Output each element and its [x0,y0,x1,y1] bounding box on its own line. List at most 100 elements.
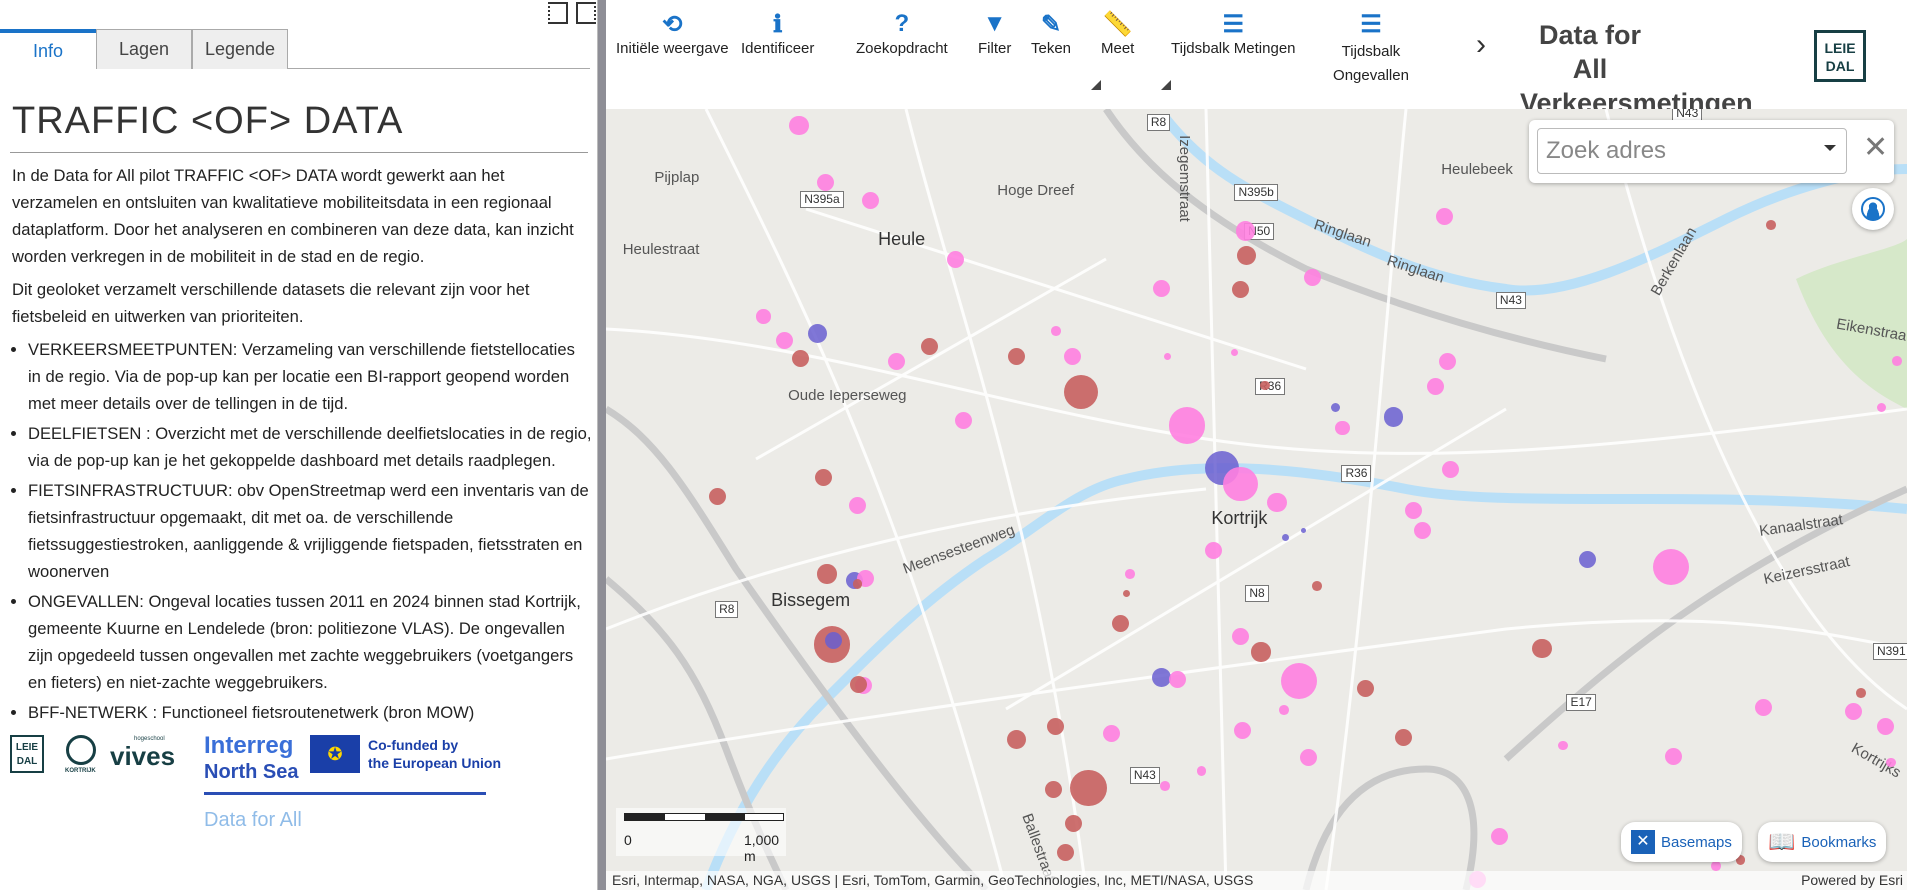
panel-splitter[interactable] [598,0,606,890]
close-icon[interactable]: ✕ [1863,130,1888,165]
powered-by-esri[interactable]: Powered by Esri [1801,871,1903,890]
accident-soft-user-point[interactable] [887,352,905,370]
accident-soft-user-point[interactable] [1168,407,1206,444]
scale-bar: 0 1,000 m [616,808,786,864]
divider [204,792,486,795]
accident-point[interactable] [709,487,727,505]
count-location-point[interactable] [807,323,827,343]
place-label: Pijplap [654,169,700,187]
collapse-panel-button[interactable] [548,2,568,24]
tool-label: Filter [978,40,1012,57]
map-view[interactable]: Heule Heulestraat Pijplap Hoge Dreef Heulebe… [606,109,1907,890]
accident-soft-user-point[interactable] [1303,268,1321,286]
accident-soft-user-point[interactable] [1844,702,1862,720]
accident-soft-user-point[interactable] [1160,780,1170,791]
accident-soft-user-point[interactable] [1404,502,1422,520]
accident-soft-user-point[interactable] [1050,325,1061,336]
accident-point[interactable] [1394,728,1412,746]
pencil-icon: ✎ [1040,11,1062,38]
accident-point[interactable] [1532,638,1552,658]
tool-label: Tijdsbalk Metingen [1171,40,1296,57]
accident-point[interactable] [1232,280,1250,298]
accident-soft-user-point[interactable] [1064,347,1082,365]
accident-point[interactable] [1047,717,1065,735]
accident-soft-user-point[interactable] [1267,492,1287,512]
divider [10,152,588,153]
accident-point[interactable] [852,578,863,589]
count-location-point[interactable] [824,632,842,650]
vives-logo: vives [110,741,176,771]
accident-soft-user-point[interactable] [756,308,772,324]
partner-logos: LEIE DAL KORTRIJK vives hogeschool Inter… [10,733,590,833]
tool-filter[interactable]: ▼ Filter [978,10,1011,57]
accident-point[interactable] [1312,581,1322,592]
count-location-point[interactable] [1301,527,1307,533]
tab-legende[interactable]: Legende [192,29,288,69]
accident-point[interactable] [1064,374,1099,409]
accident-point[interactable] [1044,780,1062,798]
accident-soft-user-point[interactable] [775,332,793,350]
accident-soft-user-point[interactable] [1235,221,1256,241]
accident-soft-user-point[interactable] [1652,548,1690,585]
accident-point[interactable] [1111,615,1129,633]
accident-soft-user-point[interactable] [1557,740,1568,751]
accident-soft-user-point[interactable] [1152,279,1170,297]
meet-options-arrow[interactable] [1161,80,1171,90]
attribution: Esri, Intermap, NASA, NGA, USGS | Esri, … [606,871,1907,890]
accident-point[interactable] [1251,642,1271,662]
tool-identificeer[interactable]: ℹ Identificeer [741,10,814,57]
tool-initi-le-weergave[interactable]: ⟲ Initiële weergave [616,10,729,57]
accident-soft-user-point[interactable] [1664,747,1682,765]
more-tools-button[interactable]: › [1476,28,1486,62]
accident-soft-user-point[interactable] [1124,569,1135,579]
accident-soft-user-point[interactable] [1438,352,1456,370]
accident-soft-user-point[interactable] [1103,724,1121,742]
accident-soft-user-point[interactable] [1711,861,1721,871]
tool-zoekopdracht[interactable]: ? Zoekopdracht [856,10,948,57]
list-item: BFF-NETWERK : Functioneel fietsroutenetw… [28,699,592,726]
accident-point[interactable] [791,350,809,368]
accident-soft-user-point[interactable] [1223,467,1258,502]
tab-info[interactable]: Info [0,29,96,69]
road-shield: N43 [1129,767,1160,785]
leiedal-logo: LEIE DAL [1814,30,1866,82]
tool-meet[interactable]: 📏 Meet [1101,10,1134,57]
tool-tijdsbalk-metingen[interactable]: ☰ Tijdsbalk Metingen [1171,10,1296,57]
place-label: Kortrijk [1211,508,1268,529]
accident-soft-user-point[interactable] [954,412,972,430]
accident-point[interactable] [1056,844,1074,862]
accident-soft-user-point[interactable] [1232,627,1250,645]
accident-soft-user-point[interactable] [1876,717,1894,735]
accident-soft-user-point[interactable] [1426,378,1444,396]
locate-button[interactable] [1852,188,1894,230]
basemaps-button[interactable]: ✕ Basemaps [1621,822,1742,862]
accident-point[interactable] [817,564,837,584]
tool-tijdsbalk-ongevallen[interactable]: ☰ Tijdsbalk Ongevallen [1326,10,1416,88]
timeslider-icon: ☰ [1222,11,1245,38]
accident-point[interactable] [1855,688,1866,699]
chevron-down-icon[interactable] [1824,145,1836,151]
bookmarks-label: Bookmarks [1801,833,1877,851]
basemap-icon: ✕ [1631,830,1655,854]
search-input[interactable] [1537,128,1847,174]
expand-panel-button[interactable] [576,2,596,24]
tool-label: Tijdsbalk Ongevallen [1333,43,1409,84]
tab-lagen[interactable]: Lagen [96,29,192,69]
tool-teken[interactable]: ✎ Teken [1031,10,1071,57]
accident-soft-user-point[interactable] [1168,671,1186,689]
accident-soft-user-point[interactable] [947,250,965,268]
road-shield: R36 [1341,464,1372,482]
leiedal-logo: LEIE DAL [10,735,44,773]
accident-point[interactable] [1765,220,1776,230]
bookmarks-button[interactable]: 📖 Bookmarks [1758,822,1887,862]
accident-point[interactable] [1008,347,1026,365]
attribution-text[interactable]: Esri, Intermap, NASA, NGA, USGS | Esri, … [612,872,1253,888]
accident-point[interactable] [1122,589,1130,598]
count-location-point[interactable] [1578,550,1596,568]
accident-soft-user-point[interactable] [789,115,809,135]
accident-point[interactable] [1070,769,1107,807]
accident-point[interactable] [1259,380,1270,391]
accident-point[interactable] [920,338,938,356]
road-shield: N395a [800,190,844,208]
teken-options-arrow[interactable] [1091,80,1101,90]
